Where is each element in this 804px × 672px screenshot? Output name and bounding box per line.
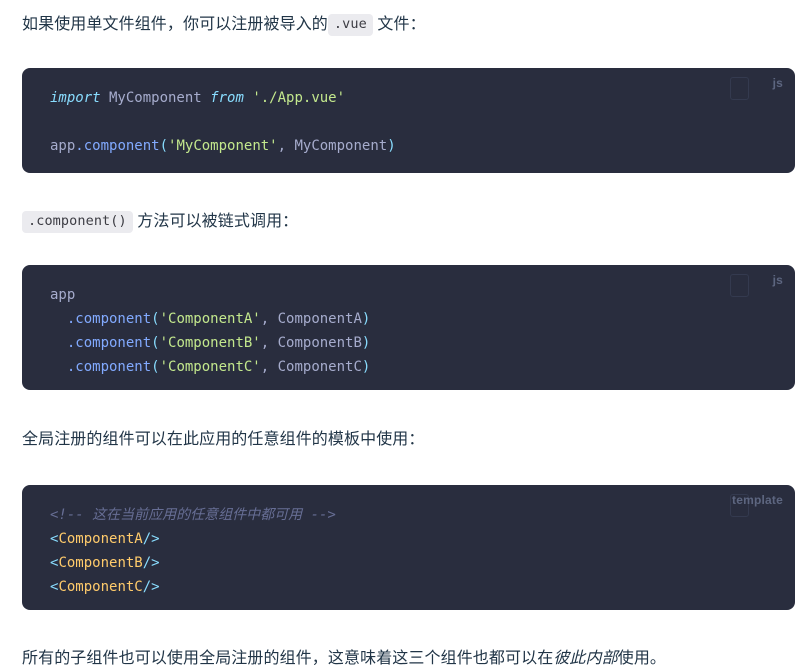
code-token-variable: , xyxy=(277,138,295,154)
paragraph-global-usage: 全局注册的组件可以在此应用的任意组件的模板中使用： xyxy=(22,431,425,448)
code-line: import MyComponent from './App.vue' xyxy=(22,86,795,110)
paragraph-emphasis: 彼此内部 xyxy=(553,650,618,667)
code-block-chained-registration: js app .component('ComponentA', Componen… xyxy=(22,265,795,390)
code-language-label: template xyxy=(732,493,783,507)
code-line: <ComponentC/> xyxy=(22,575,795,599)
code-token-bracket: /> xyxy=(142,555,160,571)
code-line: <ComponentA/> xyxy=(22,527,795,551)
code-token-bracket: /> xyxy=(142,531,160,547)
code-block-template-usage: template <!-- 这在当前应用的任意组件中都可用 --> <Compon… xyxy=(22,485,795,610)
code-language-label: js xyxy=(772,76,783,90)
code-block-import-register: js import MyComponent from './App.vue' a… xyxy=(22,68,795,173)
code-token-variable: ComponentC xyxy=(277,359,362,375)
code-token-keyword: import xyxy=(50,90,101,106)
code-token-punct: ) xyxy=(361,311,371,327)
doc-page: 如果使用单文件组件，你可以注册被导入的 .vue 文件： js import My… xyxy=(0,0,804,672)
code-language-label: js xyxy=(772,273,783,287)
code-token-comment: <!-- 这在当前应用的任意组件中都可用 --> xyxy=(50,507,336,523)
code-token-variable: MyComponent xyxy=(294,138,388,154)
code-content[interactable]: import MyComponent from './App.vue' app.… xyxy=(22,68,795,173)
paragraph-text-after: 文件： xyxy=(377,16,426,33)
code-line: .component('ComponentB', ComponentB) xyxy=(22,331,795,355)
code-token-string: 'MyComponent' xyxy=(168,138,278,154)
code-token-punct: ( xyxy=(151,335,160,351)
code-token-variable: , xyxy=(260,311,278,327)
code-token-function: .component xyxy=(66,335,152,351)
code-line: <ComponentB/> xyxy=(22,551,795,575)
code-line: .component('ComponentC', ComponentC) xyxy=(22,355,795,379)
code-token-function: .component xyxy=(66,359,152,375)
code-line: <!-- 这在当前应用的任意组件中都可用 --> xyxy=(22,503,795,527)
code-content[interactable]: app .component('ComponentA', ComponentA)… xyxy=(22,265,795,390)
code-content[interactable]: <!-- 这在当前应用的任意组件中都可用 --> <ComponentA/> <Co… xyxy=(22,485,795,610)
code-line: app.component('MyComponent', MyComponent… xyxy=(22,134,795,158)
code-token-function: .component xyxy=(75,138,160,154)
code-token-punct: ( xyxy=(159,138,169,154)
paragraph-text-after: 方法可以被链式调用： xyxy=(137,213,299,230)
paragraph-text-after: 使用。 xyxy=(617,650,667,667)
code-token-tag: ComponentB xyxy=(58,555,143,571)
code-token-variable: ComponentA xyxy=(277,311,362,327)
code-token-string: 'ComponentC' xyxy=(159,359,261,375)
code-token-string: './App.vue' xyxy=(252,90,346,106)
code-token-punct: ) xyxy=(361,359,371,375)
code-token-function: .component xyxy=(66,311,152,327)
code-token-variable: , xyxy=(260,335,278,351)
code-token-variable: app xyxy=(50,138,76,154)
copy-code-icon[interactable] xyxy=(730,77,749,100)
code-token-variable xyxy=(50,335,67,351)
code-token-punct: ) xyxy=(361,335,371,351)
copy-code-icon[interactable] xyxy=(730,274,749,297)
paragraph-subcomponents: 所有的子组件也可以使用全局注册的组件，这意味着这三个组件也都可以在彼此内部使用。 xyxy=(22,646,666,672)
code-token-variable: , xyxy=(260,359,278,375)
code-token-bracket: /> xyxy=(142,579,160,595)
code-line: app xyxy=(22,283,795,307)
code-token-string: 'ComponentB' xyxy=(159,335,261,351)
code-token-variable xyxy=(50,359,67,375)
code-token-variable: app xyxy=(50,287,76,303)
code-token-string: 'ComponentA' xyxy=(159,311,261,327)
code-token-tag: ComponentA xyxy=(58,531,143,547)
paragraph-text-before: 所有的子组件也可以使用全局注册的组件，这意味着这三个组件也都可以在 xyxy=(22,650,554,667)
paragraph-text-before: 如果使用单文件组件，你可以注册被导入的 xyxy=(22,16,328,33)
code-token-variable xyxy=(50,311,67,327)
code-token-punct: ) xyxy=(387,138,396,154)
code-token-variable: MyComponent xyxy=(100,90,211,106)
paragraph-chaining: .component() 方法可以被链式调用： xyxy=(22,209,298,235)
code-token-punct: ( xyxy=(151,311,160,327)
inline-code-vue-extension: .vue xyxy=(327,14,373,36)
code-token-variable: ComponentB xyxy=(277,335,362,351)
inline-code-component-method: .component() xyxy=(22,211,133,233)
code-token-punct: ( xyxy=(151,359,160,375)
code-line: .component('ComponentA', ComponentA) xyxy=(22,307,795,331)
code-token-tag: ComponentC xyxy=(58,579,143,595)
code-token-keyword: from xyxy=(210,90,244,106)
paragraph-sfc-intro: 如果使用单文件组件，你可以注册被导入的 .vue 文件： xyxy=(22,12,426,38)
